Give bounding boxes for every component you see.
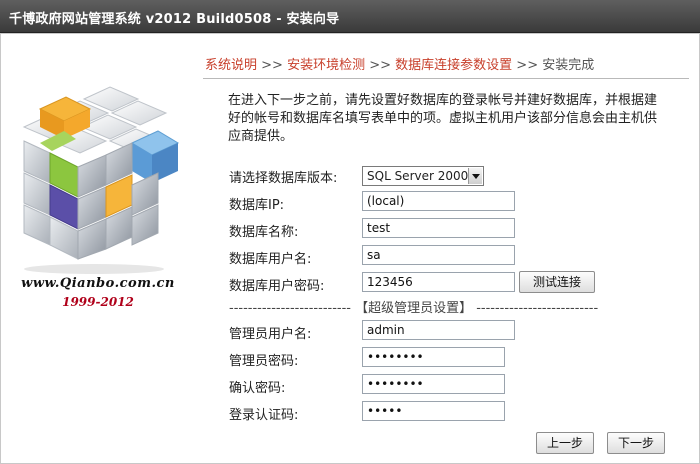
brand-panel: www.Qianbo.com.cn 1999-2012 (0, 33, 196, 464)
db-password-input[interactable] (362, 272, 515, 292)
db-user-input[interactable] (362, 245, 515, 265)
step-env-check: 安装环境检测 (287, 58, 366, 73)
db-ip-label: 数据库IP: (229, 198, 285, 213)
step-separator: >> (512, 58, 543, 73)
step-separator: >> (365, 58, 396, 73)
db-version-value: SQL Server 2000 (367, 169, 469, 183)
wizard-steps: 系统说明 >> 安装环境检测 >> 数据库连接参数设置 >> 安装完成 (205, 54, 594, 73)
intro-text: 在进入下一步之前，请先设置好数据库的登录帐号并建好数据库，并根据建好的帐号和数据… (228, 93, 658, 144)
next-step-button[interactable]: 下一步 (607, 432, 665, 454)
step-system-info: 系统说明 (205, 58, 258, 73)
window-title: 千博政府网站管理系统 v2012 Build0508 - 安装向导 (9, 12, 340, 27)
db-name-label: 数据库名称: (229, 225, 299, 240)
db-version-select[interactable]: SQL Server 2000 (362, 166, 484, 186)
admin-password-label: 管理员密码: (229, 354, 299, 369)
db-user-label: 数据库用户名: (229, 252, 312, 267)
db-version-label: 请选择数据库版本: (229, 171, 338, 186)
copyright-years: 1999-2012 (62, 295, 134, 309)
admin-password-input[interactable] (362, 347, 505, 367)
db-password-label: 数据库用户密码: (229, 279, 325, 294)
step-db-settings: 数据库连接参数设置 (395, 58, 513, 73)
header-divider (203, 78, 689, 79)
site-url: www.Qianbo.com.cn (21, 276, 175, 291)
auth-code-input[interactable] (362, 401, 505, 421)
auth-code-label: 登录认证码: (229, 408, 299, 423)
step-complete: 安装完成 (542, 58, 595, 73)
confirm-password-input[interactable] (362, 374, 505, 394)
db-name-input[interactable] (362, 218, 515, 238)
admin-user-label: 管理员用户名: (229, 327, 312, 342)
step-separator: >> (257, 58, 288, 73)
title-bar: 千博政府网站管理系统 v2012 Build0508 - 安装向导 (0, 0, 700, 33)
test-connection-button[interactable]: 测试连接 (519, 271, 595, 293)
db-ip-input[interactable] (362, 191, 515, 211)
chevron-down-icon[interactable] (468, 168, 482, 184)
rubiks-cube-logo (22, 86, 180, 274)
prev-step-button[interactable]: 上一步 (536, 432, 594, 454)
admin-section-divider: -------------------------- 【超级管理员设置】 ---… (229, 301, 599, 316)
admin-user-input[interactable] (362, 320, 515, 340)
confirm-password-label: 确认密码: (229, 381, 286, 396)
